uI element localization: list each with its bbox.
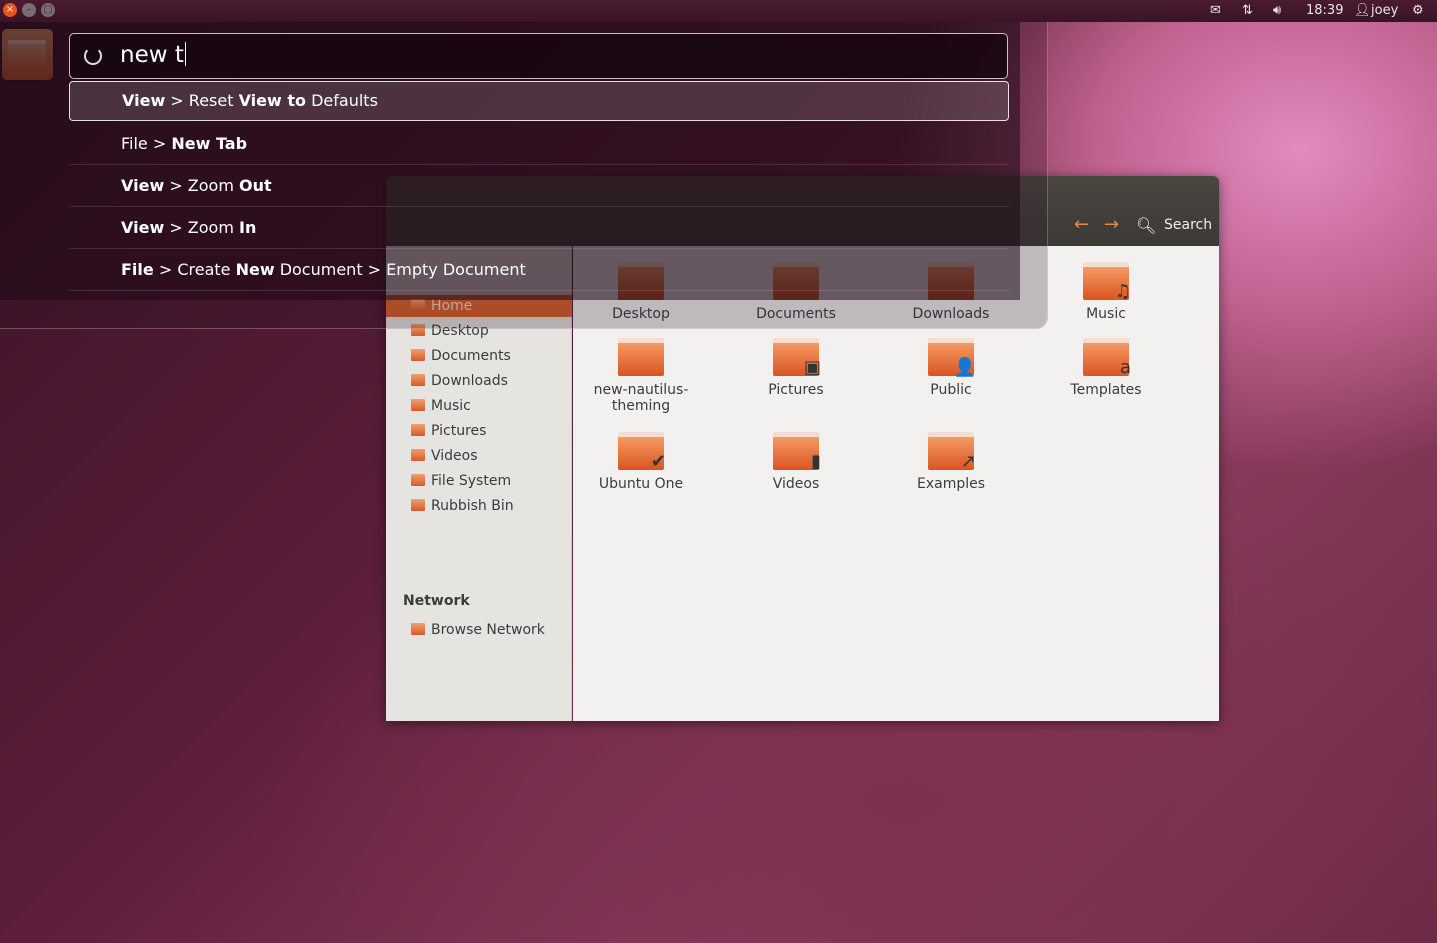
result-segment: View to xyxy=(238,91,307,110)
result-segment: File xyxy=(121,134,148,153)
user-icon: 👤︎ xyxy=(1354,3,1371,18)
network-icon[interactable]: ⇅ xyxy=(1242,3,1253,18)
spinner-icon xyxy=(84,47,102,65)
hud-result-item[interactable]: View > Zoom In xyxy=(69,207,1009,249)
place-icon xyxy=(411,474,425,486)
folder-icon xyxy=(618,338,664,376)
clock[interactable]: 18:39 xyxy=(1306,3,1343,18)
file-item[interactable]: ♫ Music xyxy=(1036,262,1176,322)
sidebar-item-label: Music xyxy=(431,398,471,414)
hud-result-item[interactable]: View > Zoom Out xyxy=(69,165,1009,207)
file-label: Examples xyxy=(916,476,986,492)
result-segment: View xyxy=(121,176,165,195)
file-label: Music xyxy=(1086,306,1126,322)
folder-icon: ♫ xyxy=(1083,262,1131,302)
file-item[interactable]: ↗ Examples xyxy=(881,432,1021,492)
mail-icon[interactable]: ✉ xyxy=(1210,3,1221,18)
result-segment: > Zoom xyxy=(164,176,240,195)
close-button[interactable]: × xyxy=(3,3,17,17)
sidebar-item-videos[interactable]: Videos xyxy=(411,445,478,467)
sidebar-item-file-system[interactable]: File System xyxy=(411,470,511,492)
hud-result-item[interactable]: File > Create New Document > Empty Docum… xyxy=(69,249,1009,291)
result-segment: > Create xyxy=(153,260,236,279)
sidebar-item-music[interactable]: Music xyxy=(411,395,471,417)
volume-icon[interactable]: 🔊︎ xyxy=(1273,3,1281,18)
sidebar-item-label: Downloads xyxy=(431,373,508,389)
result-segment: > Zoom xyxy=(164,218,240,237)
place-icon xyxy=(411,399,425,411)
hud-result-item[interactable]: View > Reset View to Defaults xyxy=(69,81,1009,121)
result-segment: New xyxy=(235,260,275,279)
network-heading: Network xyxy=(403,593,470,609)
place-icon xyxy=(411,424,425,436)
emblem-icon: 👤 xyxy=(953,357,976,378)
emblem-icon: ▮ xyxy=(811,451,821,472)
sidebar-item-documents[interactable]: Documents xyxy=(411,345,511,367)
emblem-icon: ▣ xyxy=(803,357,821,378)
file-label: Videos xyxy=(772,476,820,492)
minimize-button[interactable]: – xyxy=(22,3,36,17)
file-item[interactable]: ▣ Pictures xyxy=(726,338,866,398)
sidebar-item-label: Videos xyxy=(431,448,478,464)
sidebar-item-label: Documents xyxy=(431,348,511,364)
file-item[interactable]: a Templates xyxy=(1036,338,1176,398)
back-arrow-icon[interactable]: ← xyxy=(1074,214,1089,235)
sidebar-item-label: Browse Network xyxy=(431,622,545,638)
result-segment: File xyxy=(121,260,154,279)
file-label: new-nautilus-theming xyxy=(593,382,689,414)
sidebar-item-label: File System xyxy=(431,473,512,489)
result-segment: > Reset xyxy=(165,91,239,110)
sidebar-item-label: Rubbish Bin xyxy=(431,498,514,514)
sidebar-item-browse-network[interactable]: Browse Network xyxy=(411,619,545,641)
emblem-icon: ♫ xyxy=(1114,281,1131,302)
network-place-icon xyxy=(411,623,425,635)
search-button[interactable]: Search xyxy=(1164,217,1212,233)
folder-icon: a xyxy=(1083,338,1131,378)
sidebar-item-pictures[interactable]: Pictures xyxy=(411,420,486,442)
folder-icon: ↗ xyxy=(928,432,976,472)
file-label: Pictures xyxy=(768,382,824,398)
search-icon[interactable]: 🔍︎ xyxy=(1136,216,1156,235)
sidebar-item-rubbish-bin[interactable]: Rubbish Bin xyxy=(411,495,514,517)
forward-arrow-icon[interactable]: → xyxy=(1104,214,1119,235)
emblem-icon: a xyxy=(1119,357,1131,378)
folder-icon: 👤 xyxy=(928,338,976,378)
sidebar-item-downloads[interactable]: Downloads xyxy=(411,370,508,392)
place-icon xyxy=(411,449,425,461)
sidebar-item-label: Pictures xyxy=(431,423,487,439)
folder-icon: ▣ xyxy=(773,338,821,378)
place-icon xyxy=(411,374,425,386)
maximize-button[interactable]: □ xyxy=(41,3,55,17)
file-item[interactable]: ▮ Videos xyxy=(726,432,866,492)
file-label: Public xyxy=(930,382,972,398)
hud-search-input[interactable]: new t xyxy=(69,33,1008,79)
result-segment: New Tab xyxy=(171,134,248,153)
file-item[interactable]: 👤 Public xyxy=(881,338,1021,398)
result-segment: View xyxy=(122,91,166,110)
hud-query-text[interactable]: new t xyxy=(120,42,186,68)
place-icon xyxy=(411,349,425,361)
folder-icon: ▮ xyxy=(773,432,821,472)
result-segment: In xyxy=(239,218,257,237)
result-segment: Document > Empty Document xyxy=(274,260,526,279)
file-item[interactable]: new-nautilus-theming xyxy=(571,338,711,414)
result-segment: View xyxy=(121,218,165,237)
user-name[interactable]: joey xyxy=(1371,3,1398,18)
hud-result-item[interactable]: File > New Tab xyxy=(69,123,1009,165)
result-segment: Defaults xyxy=(306,91,378,110)
result-segment: > xyxy=(147,134,172,153)
emblem-icon: ✔ xyxy=(650,451,666,472)
file-label: Ubuntu One xyxy=(598,476,684,492)
emblem-icon: ↗ xyxy=(960,451,976,472)
file-label: Templates xyxy=(1070,382,1142,398)
power-gear-icon[interactable]: ⚙ xyxy=(1412,3,1424,18)
top-panel: × – □ ✉ ⇅ 🔊︎ 18:39 👤︎ joey ⚙ xyxy=(0,0,1437,22)
folder-icon: ✔ xyxy=(618,432,666,472)
result-segment: Out xyxy=(239,176,272,195)
place-icon xyxy=(411,499,425,511)
file-item[interactable]: ✔ Ubuntu One xyxy=(571,432,711,492)
